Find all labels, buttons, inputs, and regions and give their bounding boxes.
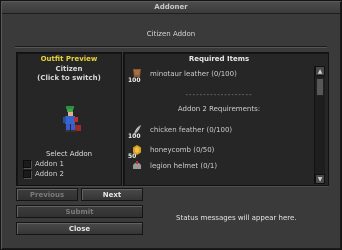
list-item: 100 minotaur leather (0/100) — [128, 67, 314, 84]
outfit-switch-hint: (Click to switch) — [37, 74, 101, 82]
requirements-divider: ------------------- — [185, 91, 253, 99]
addon-2-checkbox[interactable]: Addon 2 — [23, 170, 64, 178]
checkbox-box[interactable] — [23, 160, 31, 168]
honeycomb-icon: 50 — [128, 143, 144, 160]
outfit-preview-sprite[interactable] — [53, 103, 85, 135]
item-name: minotaur leather (0/100) — [150, 70, 237, 78]
addon-2-label: Addon 2 — [35, 170, 64, 178]
requirements-scrollbar[interactable]: ▲ ▼ — [314, 66, 325, 184]
chicken-feather-icon: 100 — [128, 123, 144, 140]
required-items-panel: Required Items 100 minotaur leather (0/1… — [123, 52, 329, 186]
scroll-up-icon[interactable]: ▲ — [315, 66, 325, 76]
required-items-title: Required Items — [188, 55, 250, 63]
scrollbar-thumb[interactable] — [316, 78, 324, 96]
addon-1-label: Addon 1 — [35, 160, 64, 168]
outfit-preview-panel: Outfit Preview Citizen (Click to switch)… — [16, 52, 122, 186]
previous-button[interactable]: Previous — [16, 188, 78, 201]
next-button[interactable]: Next — [81, 188, 143, 201]
select-addon-label: Select Addon — [45, 150, 93, 158]
outfit-preview-title: Outfit Preview — [40, 55, 98, 63]
addon-2-requirements-title: Addon 2 Requirements: — [177, 105, 261, 113]
checkbox-box[interactable] — [23, 170, 31, 178]
list-item: 100 chicken feather (0/100) — [128, 123, 314, 140]
list-item: legion helmet (0/1) — [130, 159, 314, 173]
item-name: legion helmet (0/1) — [150, 162, 218, 170]
citizen-outfit-icon — [63, 106, 81, 132]
header-divider — [15, 46, 327, 47]
addon-1-checkbox[interactable]: Addon 1 — [23, 160, 64, 168]
status-message: Status messages will appear here. — [176, 214, 297, 222]
minotaur-leather-icon: 100 — [128, 67, 144, 84]
submit-button[interactable]: Submit — [16, 205, 143, 218]
item-name: honeycomb (0/50) — [150, 146, 215, 154]
window-title[interactable]: Addoner — [2, 2, 340, 14]
close-button[interactable]: Close — [16, 222, 143, 235]
legion-helmet-icon — [130, 159, 144, 173]
outfit-name: Citizen — [55, 65, 83, 73]
item-name: chicken feather (0/100) — [150, 126, 233, 134]
page-title: Citizen Addon — [146, 30, 196, 38]
addoner-window: Addoner Citizen Addon Outfit Preview Cit… — [0, 0, 342, 250]
list-item: 50 honeycomb (0/50) — [128, 143, 314, 160]
scroll-down-icon[interactable]: ▼ — [315, 174, 325, 184]
